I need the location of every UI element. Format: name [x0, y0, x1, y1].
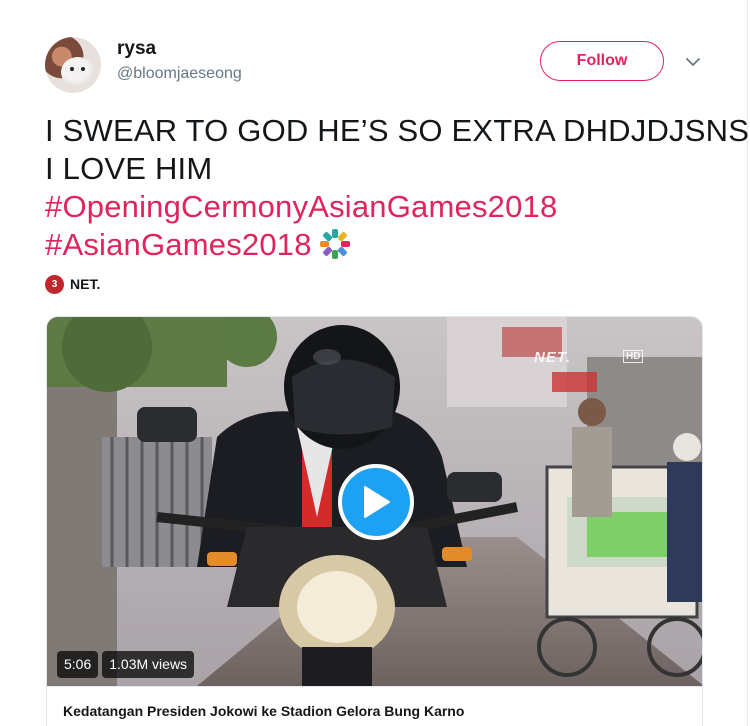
user-handle[interactable]: @bloomjaeseong [117, 65, 242, 83]
play-icon [364, 486, 390, 518]
hd-badge: HD [623, 350, 644, 363]
video-duration: 5:06 [57, 651, 99, 678]
tweet-text: I SWEAR TO GOD HE’S SO EXTRA DHDJDJSNS I… [45, 112, 750, 264]
hashtag-link[interactable]: #OpeningCermonyAsianGames2018 [45, 189, 557, 224]
video-views: 1.03M views [102, 651, 195, 678]
net-logo-icon: 3 [45, 274, 64, 294]
user-display-name[interactable]: rysa [117, 38, 156, 60]
video-card[interactable]: NET. HD 5:06 1.03M views Kedatangan Pres… [46, 316, 703, 726]
chevron-down-icon[interactable] [685, 54, 701, 70]
tweet-text-line: I LOVE HIM [45, 151, 213, 186]
hashtag-link[interactable]: #AsianGames2018 [45, 227, 312, 262]
channel-watermark: NET. [534, 349, 572, 366]
video-meta: 5:06 1.03M views [57, 651, 195, 678]
avatar-dog-image [61, 57, 95, 87]
media-source[interactable]: 3 NET. [45, 274, 100, 294]
video-title[interactable]: Kedatangan Presiden Jokowi ke Stadion Ge… [47, 686, 702, 726]
tweet-card: rysa @bloomjaeseong Follow I SWEAR TO GO… [0, 0, 750, 726]
source-name: NET. [70, 276, 101, 292]
tweet-text-line: I SWEAR TO GOD HE’S SO EXTRA DHDJDJSNS [45, 113, 750, 148]
play-button[interactable] [338, 464, 414, 540]
user-avatar[interactable] [45, 37, 101, 93]
asian-games-emoji-icon [318, 227, 352, 261]
video-player[interactable]: NET. HD 5:06 1.03M views [47, 317, 702, 686]
follow-button[interactable]: Follow [540, 41, 664, 81]
